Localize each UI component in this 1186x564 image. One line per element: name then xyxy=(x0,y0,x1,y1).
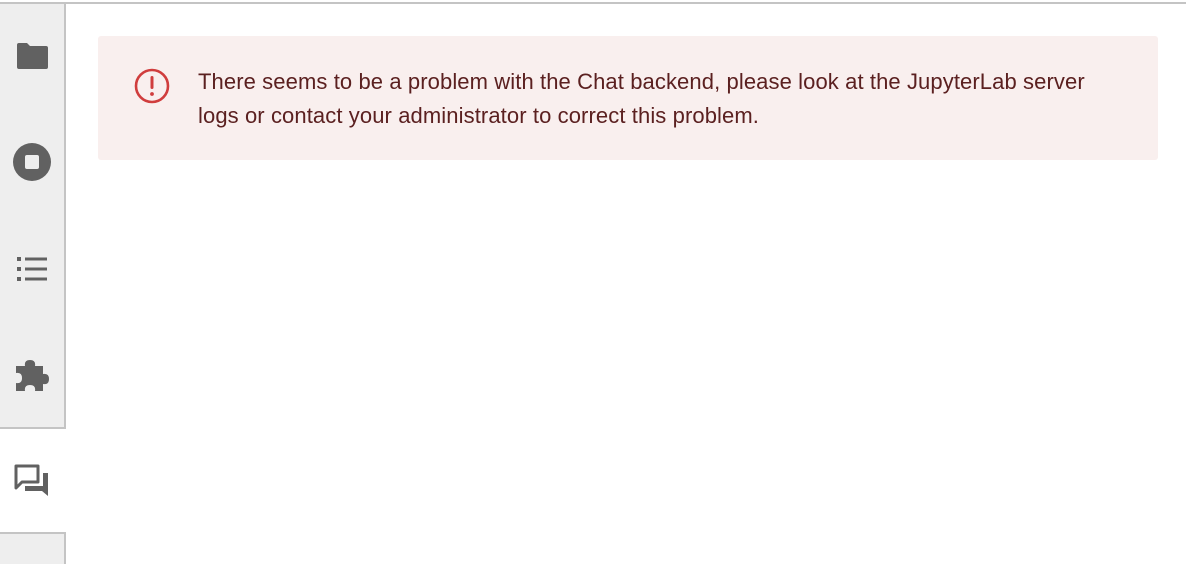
alert-message: There seems to be a problem with the Cha… xyxy=(198,69,1085,128)
chat-bubbles-icon xyxy=(14,464,48,496)
tab-extension-manager[interactable] xyxy=(0,348,64,402)
tab-chat[interactable] xyxy=(0,454,64,508)
tab-table-of-contents[interactable] xyxy=(0,242,64,296)
chat-panel: There seems to be a problem with the Cha… xyxy=(66,4,1186,556)
left-sidebar xyxy=(0,4,66,564)
tab-file-browser[interactable] xyxy=(0,29,64,83)
stop-circle-icon xyxy=(13,143,51,181)
tab-running-sessions[interactable] xyxy=(0,135,64,189)
sidebar-tabbar-bottom xyxy=(0,532,66,564)
error-alert: There seems to be a problem with the Cha… xyxy=(98,36,1158,160)
folder-icon xyxy=(17,43,48,69)
error-circle-icon xyxy=(134,68,170,104)
puzzle-icon xyxy=(16,360,49,391)
list-icon xyxy=(17,257,47,281)
